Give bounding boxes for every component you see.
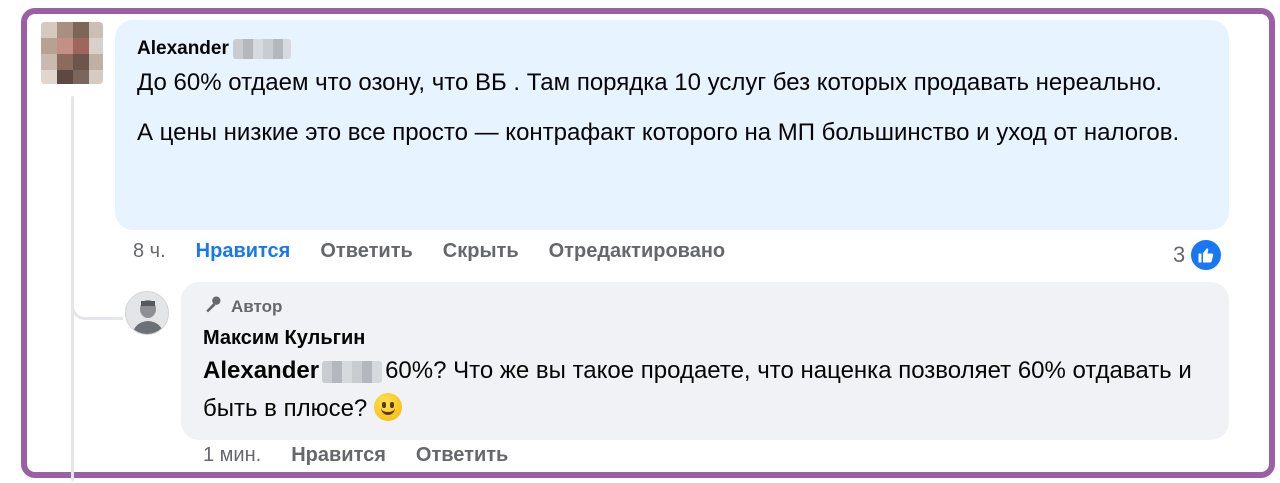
reply-button[interactable]: Ответить [416, 444, 508, 467]
reaction-summary[interactable]: 3 [1173, 238, 1224, 272]
like-button[interactable]: Нравится [196, 240, 291, 263]
comment-author[interactable]: Alexander [137, 38, 1207, 60]
reply-connector [71, 294, 123, 320]
hide-button[interactable]: Скрыть [443, 240, 519, 263]
reply-actions: 1 мин. Нравится Ответить [203, 444, 508, 467]
comment-author-name[interactable]: Alexander [137, 38, 229, 60]
comment-time[interactable]: 8 ч. [133, 240, 166, 263]
comment-bubble: Alexander До 60% отдаем что озону, что В… [115, 20, 1229, 230]
reaction-count: 3 [1173, 242, 1186, 267]
reply-time[interactable]: 1 мин. [203, 444, 261, 467]
smiling-face-icon [373, 393, 402, 421]
thread-line [71, 96, 74, 481]
comment-paragraph: А цены низкие это все просто — контрафак… [137, 119, 1180, 146]
avatar[interactable] [41, 22, 103, 84]
reply-avatar[interactable] [125, 291, 169, 335]
redacted-surname [322, 360, 383, 383]
mention-link[interactable]: Alexander [203, 357, 319, 384]
redacted-surname [232, 39, 291, 59]
like-button[interactable]: Нравится [291, 444, 386, 467]
screenshot-frame: Alexander До 60% отдаем что озону, что В… [21, 8, 1275, 481]
reply-bubble: Автор Максим Кульгин Alexander 60%? Что ж… [181, 282, 1229, 440]
comment-actions: 8 ч. Нравится Ответить Скрыть Отредактир… [133, 240, 725, 263]
microphone-icon [203, 294, 223, 319]
reply-author[interactable]: Максим Кульгин [203, 327, 1207, 350]
author-badge: Автор [203, 294, 1207, 319]
reply-text: Alexander 60%? Что же вы такое продаете, … [203, 352, 1207, 428]
comment-paragraph: До 60% отдаем что озону, что ВБ . Там по… [137, 69, 1163, 96]
edited-label[interactable]: Отредактировано [549, 240, 726, 263]
thumbs-up-icon [1189, 238, 1224, 272]
author-badge-label: Автор [231, 296, 283, 316]
reply-button[interactable]: Ответить [320, 240, 412, 263]
